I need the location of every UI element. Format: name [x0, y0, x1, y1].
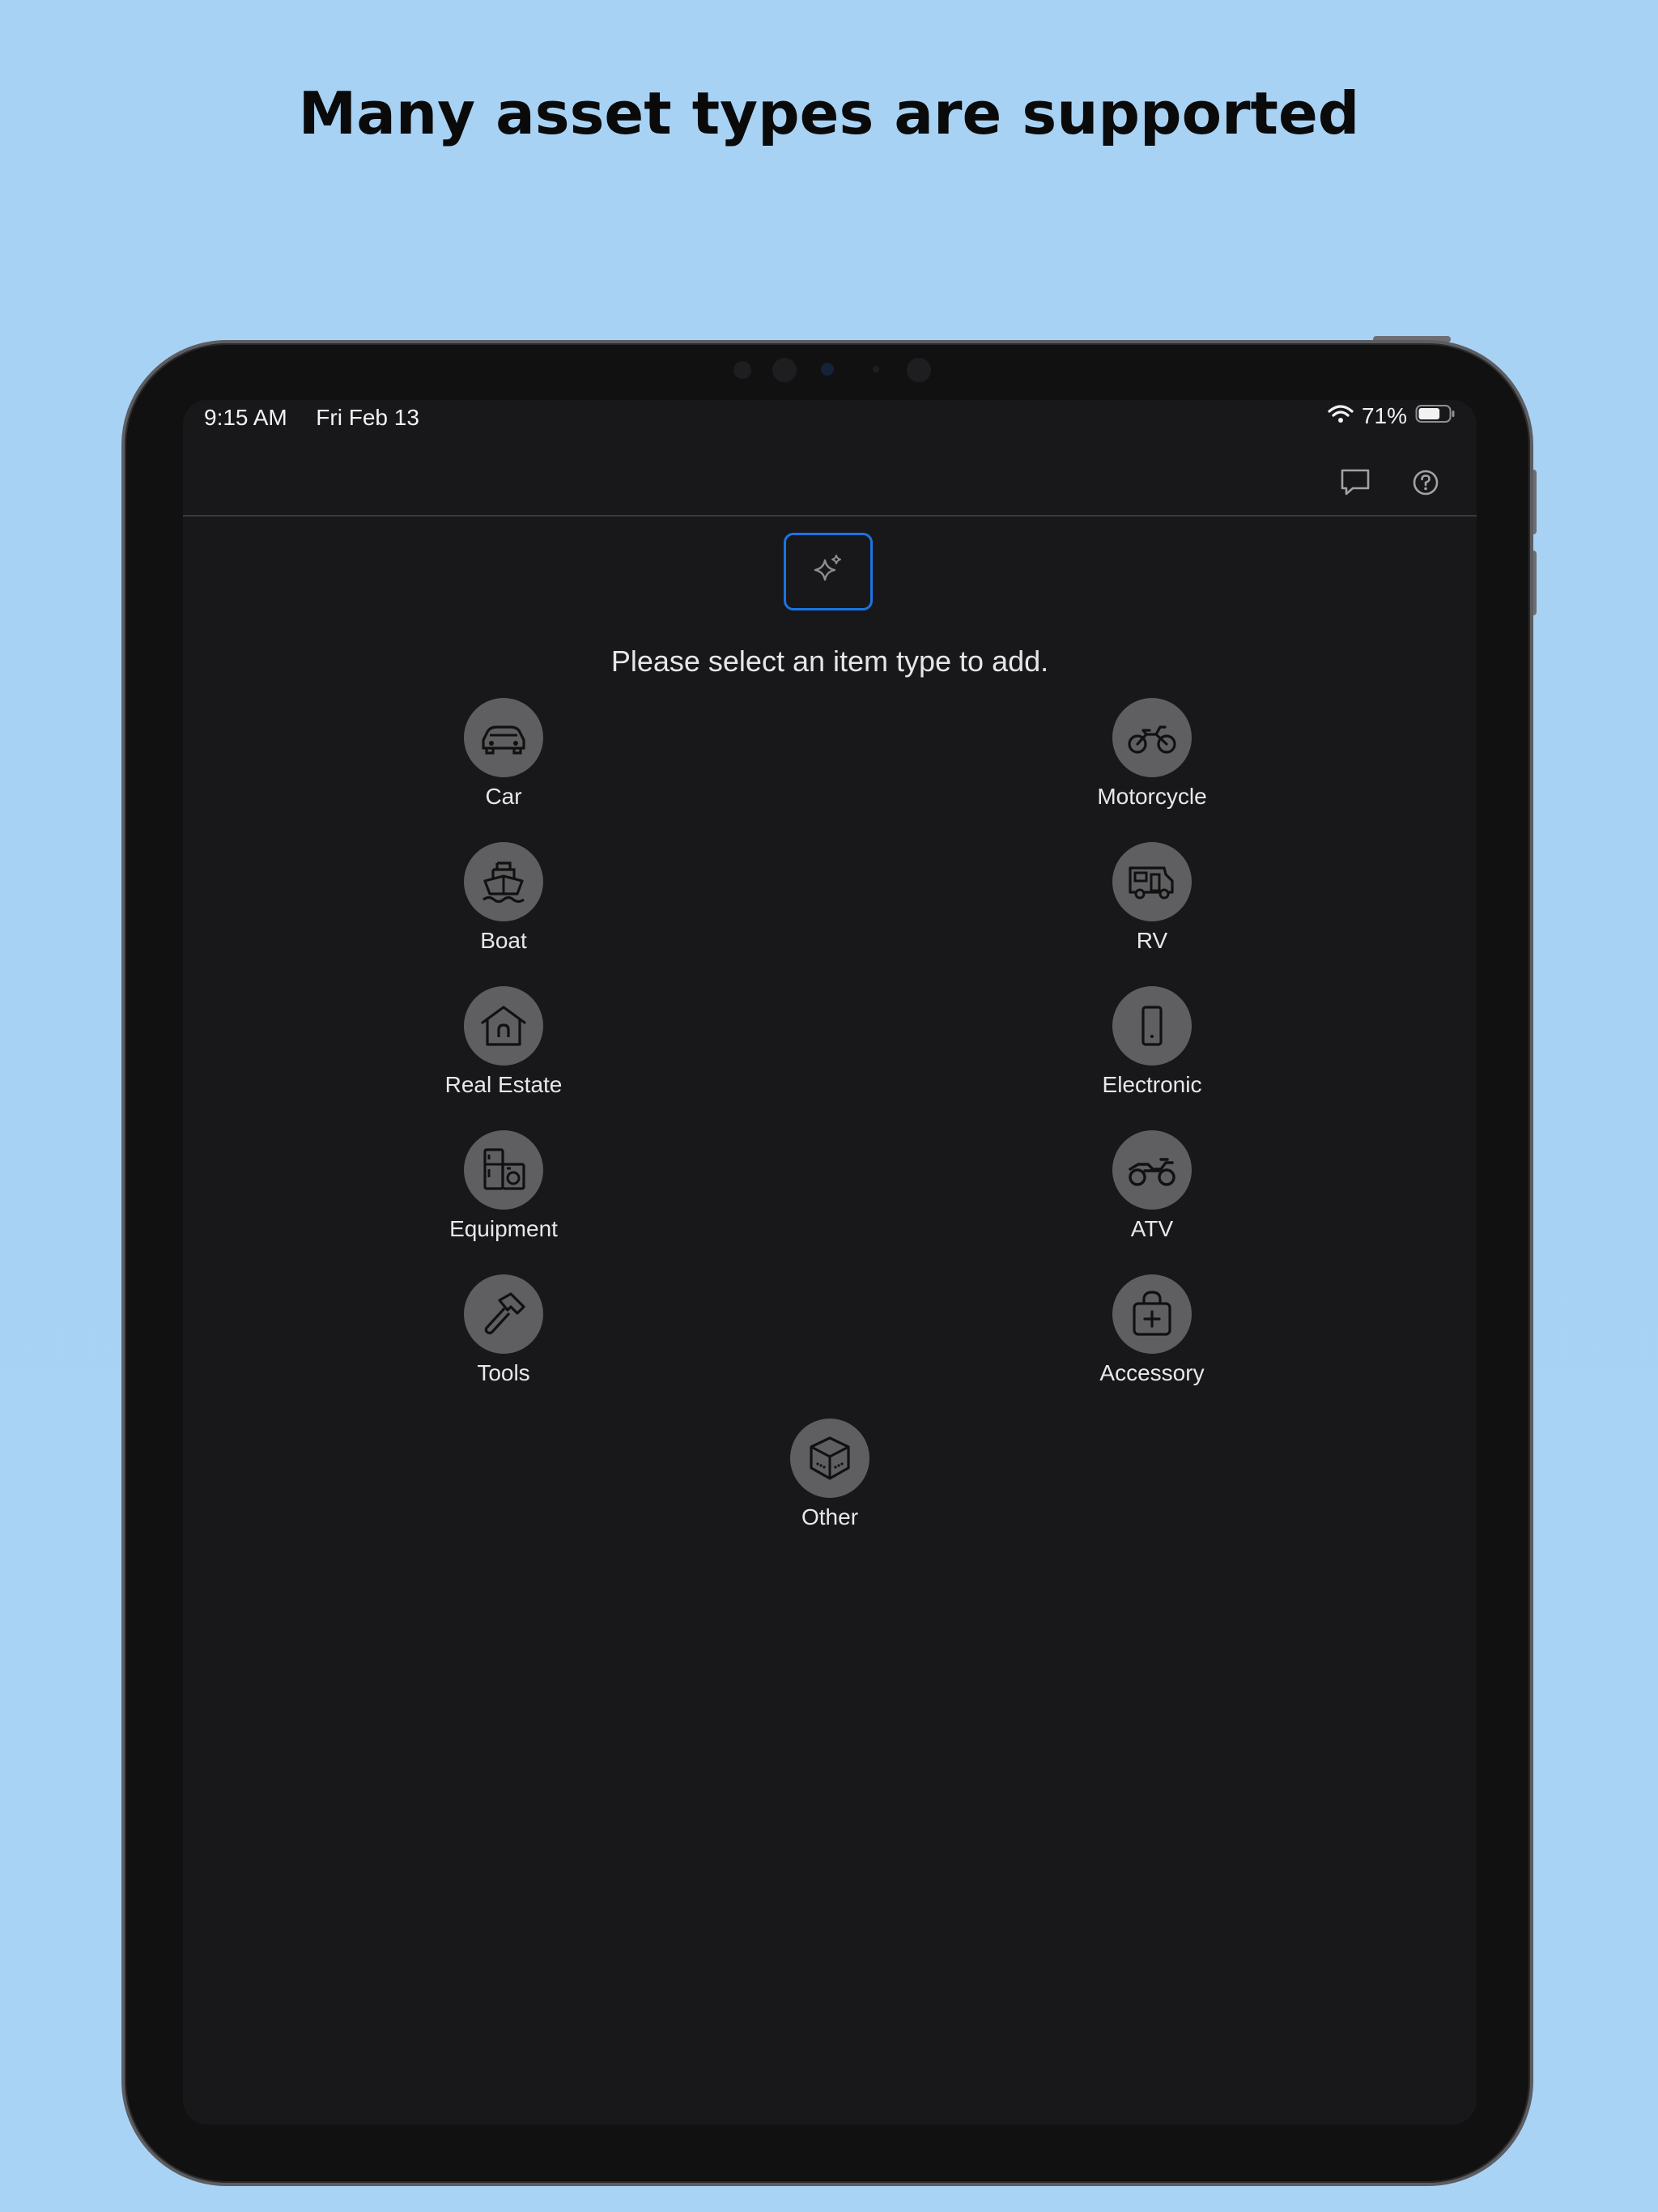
item-type-label: Other	[801, 1504, 859, 1529]
house-icon	[464, 986, 543, 1066]
chat-bubble-icon[interactable]	[1337, 465, 1373, 500]
item-type-label: Boat	[480, 928, 527, 953]
status-time: 9:15 AM	[204, 405, 287, 430]
item-type-car[interactable]: Car	[414, 698, 593, 810]
status-indicators: 71%	[1328, 403, 1456, 429]
wifi-icon	[1328, 403, 1354, 429]
item-type-other[interactable]: Other	[741, 1419, 919, 1530]
sparkle-icon	[810, 552, 846, 591]
item-type-boat[interactable]: Boat	[414, 842, 593, 954]
item-type-accessory[interactable]: Accessory	[1063, 1274, 1241, 1386]
front-camera	[821, 363, 834, 376]
item-type-label: ATV	[1130, 1216, 1174, 1241]
navigation-bar	[183, 440, 1477, 517]
phone-icon	[1112, 986, 1192, 1066]
item-type-label: Real Estate	[444, 1072, 563, 1097]
item-type-label: Accessory	[1099, 1360, 1205, 1385]
car-icon	[464, 698, 543, 777]
item-type-equipment[interactable]: Equipment	[414, 1130, 593, 1242]
motorcycle-icon	[1112, 698, 1192, 777]
item-type-tools[interactable]: Tools	[414, 1274, 593, 1386]
battery-icon	[1415, 403, 1456, 429]
sensor-dot	[772, 358, 797, 382]
atv-icon	[1112, 1130, 1192, 1210]
box-icon	[790, 1419, 869, 1498]
select-item-prompt: Please select an item type to add.	[610, 644, 1049, 678]
ai-add-button[interactable]	[784, 533, 873, 610]
item-type-motorcycle[interactable]: Motorcycle	[1063, 698, 1241, 810]
status-date: Fri Feb 13	[316, 405, 419, 430]
battery-percent: 71%	[1361, 403, 1407, 428]
boat-icon	[464, 842, 543, 921]
item-type-rv[interactable]: RV	[1063, 842, 1241, 954]
item-type-atv[interactable]: ATV	[1063, 1130, 1241, 1242]
status-bar: 9:15 AM Fri Feb 13 71%	[183, 400, 1477, 440]
appliances-icon	[464, 1130, 543, 1210]
app-screen: 9:15 AM Fri Feb 13 71% Please select an …	[183, 400, 1477, 2125]
sensor-dot	[733, 361, 751, 379]
headline: Many asset types are supported	[298, 79, 1360, 147]
status-time-date: 9:15 AM Fri Feb 13	[204, 405, 419, 431]
item-type-label: Tools	[477, 1360, 530, 1385]
hammer-icon	[464, 1274, 543, 1354]
bag-plus-icon	[1112, 1274, 1192, 1354]
sensor-dot	[907, 358, 931, 382]
item-type-label: Motorcycle	[1097, 784, 1207, 809]
item-type-label: RV	[1136, 928, 1168, 953]
sensor-dot	[873, 366, 879, 372]
item-type-label: Car	[485, 784, 522, 809]
item-type-electronic[interactable]: Electronic	[1063, 986, 1241, 1098]
question-circle-icon[interactable]	[1408, 465, 1443, 500]
item-type-label: Electronic	[1102, 1072, 1202, 1097]
rv-icon	[1112, 842, 1192, 921]
item-type-label: Equipment	[449, 1216, 558, 1241]
item-type-real-estate[interactable]: Real Estate	[414, 986, 593, 1098]
